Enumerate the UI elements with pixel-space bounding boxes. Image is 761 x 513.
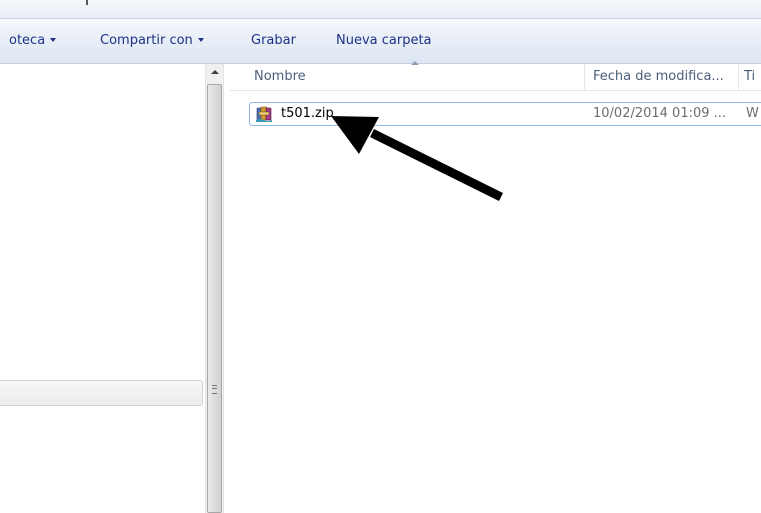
toolbar-item-burn[interactable]: Grabar — [251, 32, 296, 50]
nav-pane-scrollbar[interactable] — [205, 64, 224, 513]
file-list-pane: Nombre Fecha de modifica... Ti t501.zip … — [230, 61, 761, 513]
toolbar-item-burn-label: Grabar — [251, 33, 296, 48]
toolbar-item-share-label: Compartir con — [100, 33, 193, 48]
toolbar-item-library-label: oteca — [9, 33, 46, 48]
toolbar-item-new-folder-label: Nueva carpeta — [336, 33, 432, 48]
scrollbar-grip-icon — [212, 385, 217, 394]
file-row[interactable]: t501.zip 10/02/2014 01:09 ... W — [249, 102, 761, 126]
command-bar: oteca Compartir con Grabar Nueva carpeta — [0, 19, 761, 64]
file-name: t501.zip — [281, 106, 334, 121]
nav-pane-item[interactable] — [0, 380, 203, 406]
file-type: W — [746, 106, 759, 121]
chevron-down-icon — [50, 37, 57, 42]
scroll-up-arrow-icon[interactable] — [206, 64, 223, 81]
chevron-down-icon — [197, 37, 204, 42]
toolbar-item-library[interactable]: oteca — [9, 32, 57, 50]
toolbar-item-new-folder[interactable]: Nueva carpeta — [336, 32, 432, 50]
scrollbar-thumb[interactable] — [207, 84, 222, 513]
address-bar-edge — [0, 0, 761, 19]
column-divider[interactable] — [738, 64, 739, 90]
column-header-name[interactable]: Nombre — [254, 69, 306, 85]
toolbar-item-share[interactable]: Compartir con — [100, 32, 204, 50]
navigation-pane — [0, 64, 205, 513]
column-header-row: Nombre Fecha de modifica... Ti — [230, 61, 761, 91]
address-bar-fragment — [86, 0, 88, 5]
column-header-date[interactable]: Fecha de modifica... — [593, 69, 724, 85]
column-header-type[interactable]: Ti — [744, 69, 755, 85]
sort-ascending-icon — [411, 61, 419, 65]
winrar-archive-icon — [256, 106, 272, 122]
file-date-modified: 10/02/2014 01:09 ... — [593, 106, 727, 121]
column-divider[interactable] — [584, 64, 585, 90]
